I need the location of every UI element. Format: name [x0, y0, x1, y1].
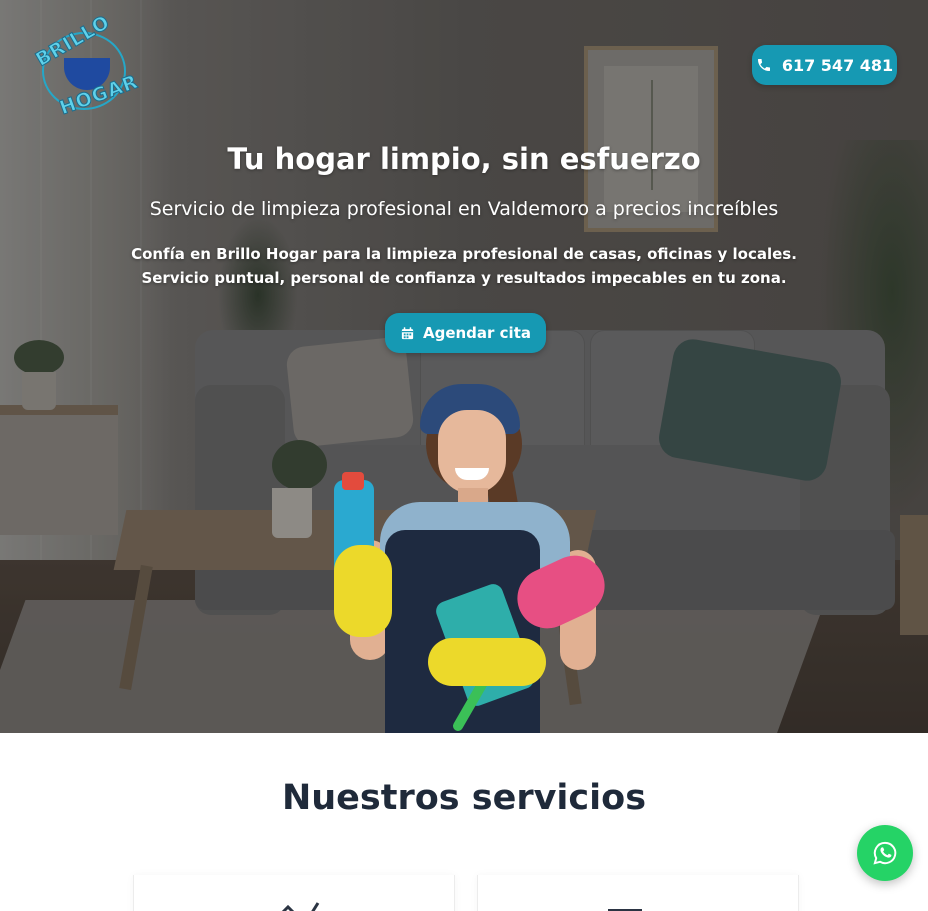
cleaning-woman-photo — [320, 380, 620, 733]
hero-subtitle: Servicio de limpieza profesional en Vald… — [149, 198, 779, 220]
hero-description: Confía en Brillo Hogar para la limpieza … — [0, 242, 928, 290]
calendar-icon — [401, 326, 414, 339]
schedule-appointment-button[interactable]: Agendar cita — [385, 313, 546, 353]
phone-call-button[interactable]: 617 547 481 — [752, 45, 897, 85]
office-icon — [608, 909, 642, 911]
hero-title: Tu hogar limpio, sin esfuerzo — [227, 142, 701, 176]
phone-icon — [757, 59, 770, 71]
whatsapp-icon — [873, 841, 897, 865]
schedule-button-label: Agendar cita — [422, 324, 531, 342]
services-section-title: Nuestros servicios — [281, 778, 647, 818]
phone-number-label: 617 547 481 — [781, 55, 894, 75]
service-card-home[interactable] — [133, 875, 455, 911]
service-card-office[interactable] — [477, 875, 799, 911]
brillo-hogar-logo[interactable]: BRILLO HOGAR — [28, 11, 141, 122]
hero-description-line: Servicio puntual, personal de confianza … — [141, 269, 787, 287]
house-icon — [281, 902, 320, 911]
whatsapp-chat-button[interactable] — [857, 825, 913, 881]
hero-description-line: Confía en Brillo Hogar para la limpieza … — [131, 245, 797, 263]
